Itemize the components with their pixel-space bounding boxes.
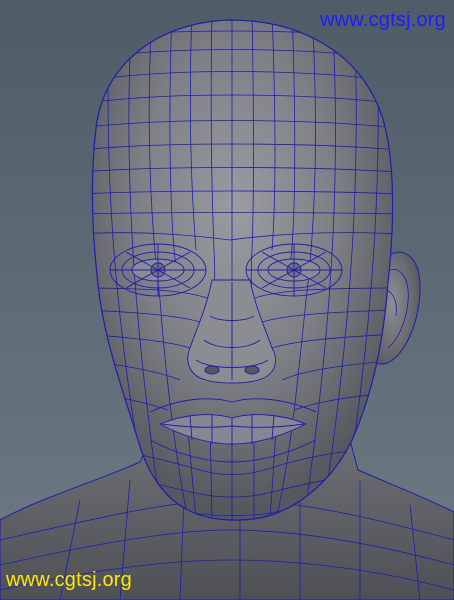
left-eye-mesh [109, 243, 207, 297]
head-mesh [91, 19, 394, 521]
3d-viewport[interactable]: www.cgtsj.org www.cgtsj.org [0, 0, 454, 600]
right-eye-mesh [245, 243, 343, 297]
watermark-top: www.cgtsj.org [320, 9, 446, 31]
head-wireframe-model [0, 19, 454, 600]
watermark-bottom: www.cgtsj.org [6, 569, 132, 591]
